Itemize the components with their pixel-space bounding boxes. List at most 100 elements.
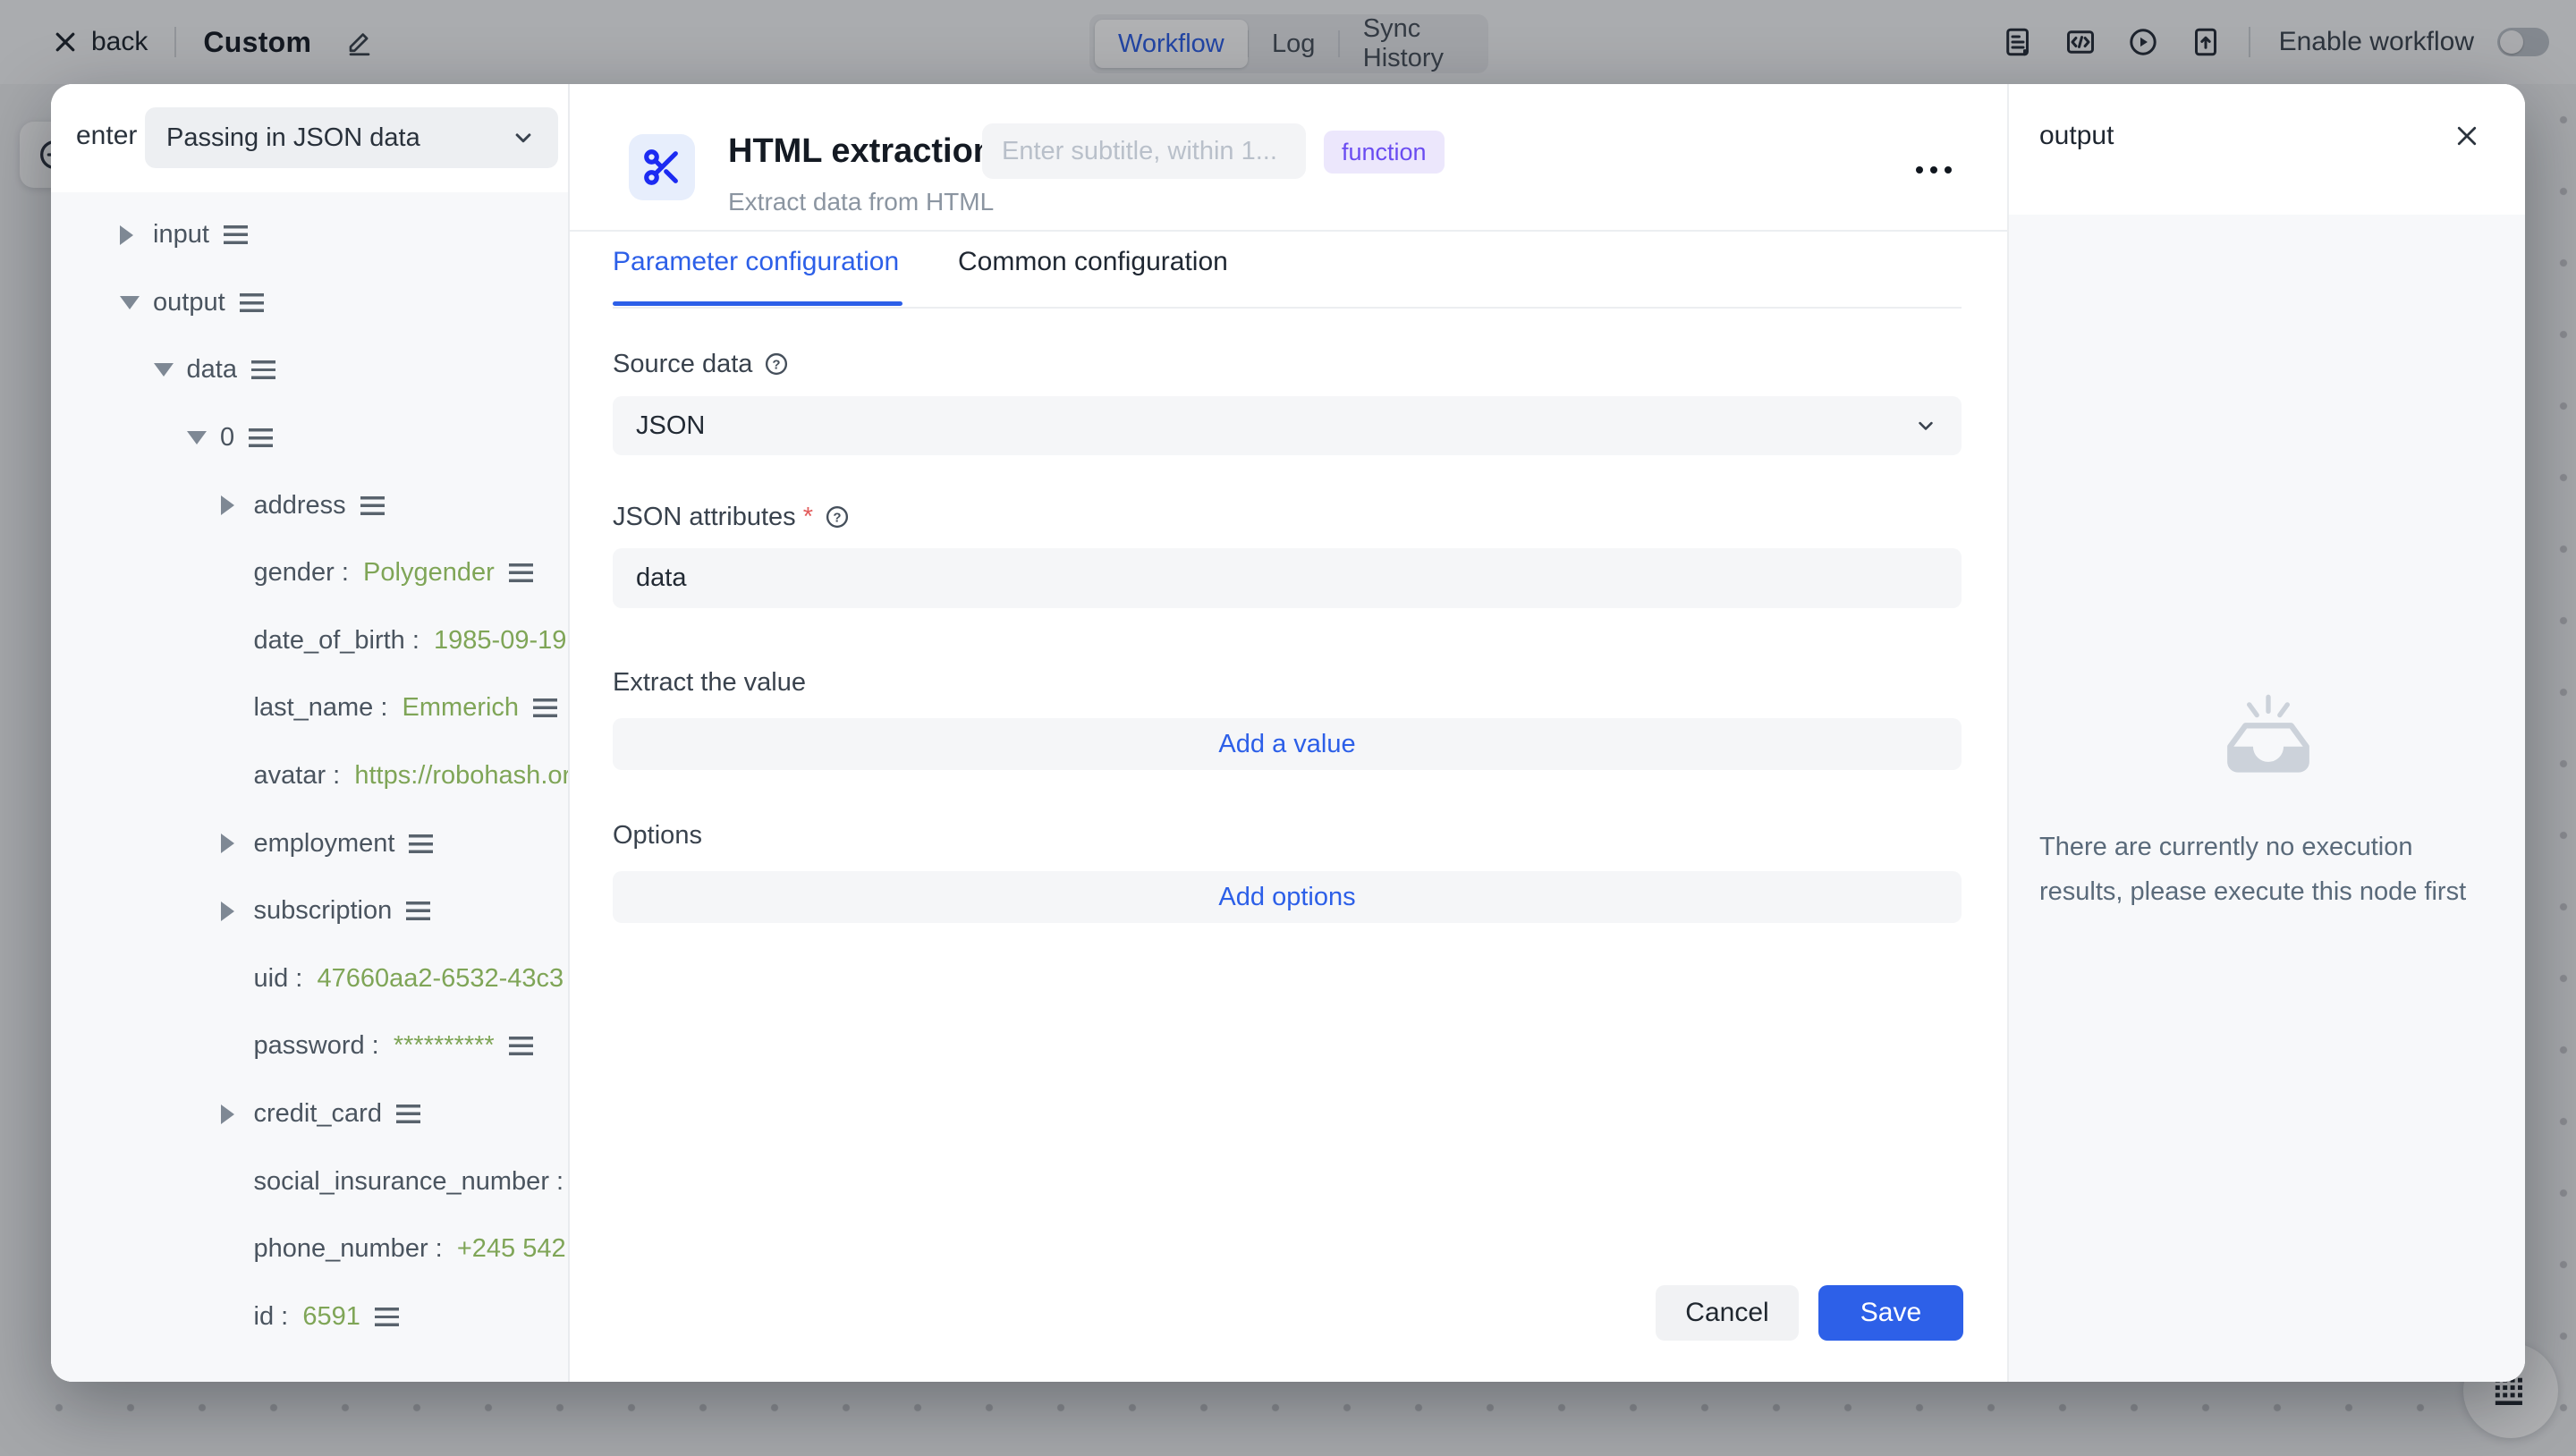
tree-row-social_insurance_number[interactable]: social_insurance_number : <box>51 1147 568 1215</box>
collapse-toggle-icon[interactable] <box>154 363 187 377</box>
node-subtitle-input[interactable] <box>982 123 1306 179</box>
node-title: HTML extraction <box>728 132 994 171</box>
json-tree: input output data 0 address gender : Polygend… <box>51 192 568 1382</box>
required-asterisk: * <box>803 503 813 532</box>
source-data-value: JSON <box>636 411 1913 441</box>
tree-key: uid <box>254 964 289 994</box>
close-icon <box>2453 123 2480 149</box>
row-menu-icon[interactable] <box>375 1308 399 1326</box>
row-menu-icon[interactable] <box>360 496 385 515</box>
tree-row-date_of_birth[interactable]: date_of_birth : 1985-09-19 <box>51 607 568 675</box>
more-menu-button[interactable] <box>1910 152 1958 188</box>
row-menu-icon[interactable] <box>249 428 273 447</box>
add-value-button[interactable]: Add a value <box>613 718 1962 770</box>
help-icon[interactable]: ? <box>763 351 790 377</box>
tree-row-0[interactable]: 0 <box>51 404 568 472</box>
divider <box>613 307 1962 309</box>
inbox-icon <box>2211 687 2326 783</box>
input-panel-header: enter Passing in JSON data <box>51 84 568 192</box>
row-menu-icon[interactable] <box>224 225 248 244</box>
tree-row-uid[interactable]: uid : 47660aa2-6532-43c3 <box>51 945 568 1013</box>
scissors-icon <box>641 147 682 188</box>
row-menu-icon[interactable] <box>509 563 533 582</box>
expand-toggle-icon[interactable] <box>221 834 254 853</box>
help-icon[interactable]: ? <box>824 504 851 530</box>
tree-row-employment[interactable]: employment <box>51 809 568 877</box>
tree-key: employment <box>254 829 395 859</box>
svg-text:?: ? <box>833 511 841 526</box>
row-menu-icon[interactable] <box>251 360 275 379</box>
close-output-button[interactable] <box>2451 120 2483 152</box>
row-menu-icon[interactable] <box>509 1037 533 1055</box>
save-button[interactable]: Save <box>1818 1285 1963 1341</box>
tree-value: Emmerich <box>402 693 520 723</box>
tree-value: 6591 <box>302 1302 360 1332</box>
output-panel-body: There are currently no execution results… <box>2009 215 2525 1382</box>
tree-row-address[interactable]: address <box>51 471 568 539</box>
tree-row-subscription[interactable]: subscription <box>51 877 568 945</box>
expand-toggle-icon[interactable] <box>221 495 254 515</box>
extract-value-label: Extract the value <box>613 667 806 698</box>
add-options-button[interactable]: Add options <box>613 871 1962 923</box>
source-data-label-row: Source data ? <box>613 349 790 379</box>
tree-value: ********** <box>394 1031 495 1061</box>
row-menu-icon[interactable] <box>409 834 433 853</box>
empty-results-message: There are currently no execution results… <box>2039 825 2497 914</box>
json-attributes-input[interactable] <box>613 548 1962 608</box>
tab-common-configuration[interactable]: Common configuration <box>958 247 1228 302</box>
tree-key: subscription <box>254 896 393 926</box>
tab-parameter-configuration[interactable]: Parameter configuration <box>613 247 899 302</box>
source-data-select[interactable]: JSON <box>613 396 1962 455</box>
tree-value: +245 542 <box>457 1234 566 1264</box>
expand-toggle-icon[interactable] <box>221 1105 254 1124</box>
chevron-down-icon <box>1913 413 1938 438</box>
collapse-toggle-icon[interactable] <box>120 296 153 309</box>
input-source-select[interactable]: Passing in JSON data <box>145 107 558 168</box>
tree-key: 0 <box>220 423 234 453</box>
node-icon-badge <box>629 134 695 200</box>
expand-toggle-icon[interactable] <box>120 225 153 245</box>
row-menu-icon[interactable] <box>396 1105 420 1123</box>
tree-row-avatar[interactable]: avatar : https://robohash.org <box>51 742 568 810</box>
node-type-badge: function <box>1324 131 1445 174</box>
tree-key: input <box>153 220 209 250</box>
tree-key: social_insurance_number <box>254 1167 549 1197</box>
options-label: Options <box>613 820 702 851</box>
tree-row-output[interactable]: output <box>51 269 568 337</box>
tree-row-last_name[interactable]: last_name : Emmerich <box>51 674 568 742</box>
input-panel: enter Passing in JSON data input output da… <box>51 84 570 1382</box>
collapse-toggle-icon[interactable] <box>187 431 220 444</box>
tree-key: avatar <box>254 761 326 791</box>
tree-row-credit_card[interactable]: credit_card <box>51 1080 568 1148</box>
output-panel-title: output <box>2039 121 2114 151</box>
tree-row-password[interactable]: password : ********** <box>51 1012 568 1080</box>
output-panel-header: output <box>2009 84 2525 215</box>
json-attributes-label: JSON attributes <box>613 503 796 532</box>
tree-row-phone_number[interactable]: phone_number : +245 542 <box>51 1215 568 1283</box>
json-attributes-label-row: JSON attributes * ? <box>613 502 851 532</box>
cancel-button[interactable]: Cancel <box>1656 1285 1799 1341</box>
divider <box>570 230 2007 232</box>
tree-row-id[interactable]: id : 6591 <box>51 1283 568 1351</box>
tree-key: credit_card <box>254 1099 382 1129</box>
tree-key: id <box>254 1302 275 1332</box>
input-source-value: Passing in JSON data <box>166 123 510 153</box>
row-menu-icon[interactable] <box>406 902 430 920</box>
node-config-panel: HTML extraction - function Extract data … <box>570 84 2007 1382</box>
tree-key: gender <box>254 558 335 588</box>
node-description: Extract data from HTML <box>728 188 994 216</box>
tree-row-input[interactable]: input <box>51 201 568 269</box>
tree-key: output <box>153 288 225 317</box>
tree-key: phone_number <box>254 1234 428 1264</box>
tree-value: https://robohash.org <box>354 761 568 791</box>
tree-key: date_of_birth <box>254 626 405 656</box>
tree-row-data[interactable]: data <box>51 336 568 404</box>
tree-key: data <box>187 355 237 385</box>
expand-toggle-icon[interactable] <box>221 902 254 921</box>
tree-key: address <box>254 491 346 521</box>
source-data-label: Source data <box>613 350 752 379</box>
node-config-modal: enter Passing in JSON data input output da… <box>51 84 2525 1382</box>
row-menu-icon[interactable] <box>240 293 264 312</box>
row-menu-icon[interactable] <box>533 698 557 717</box>
tree-row-gender[interactable]: gender : Polygender <box>51 539 568 607</box>
